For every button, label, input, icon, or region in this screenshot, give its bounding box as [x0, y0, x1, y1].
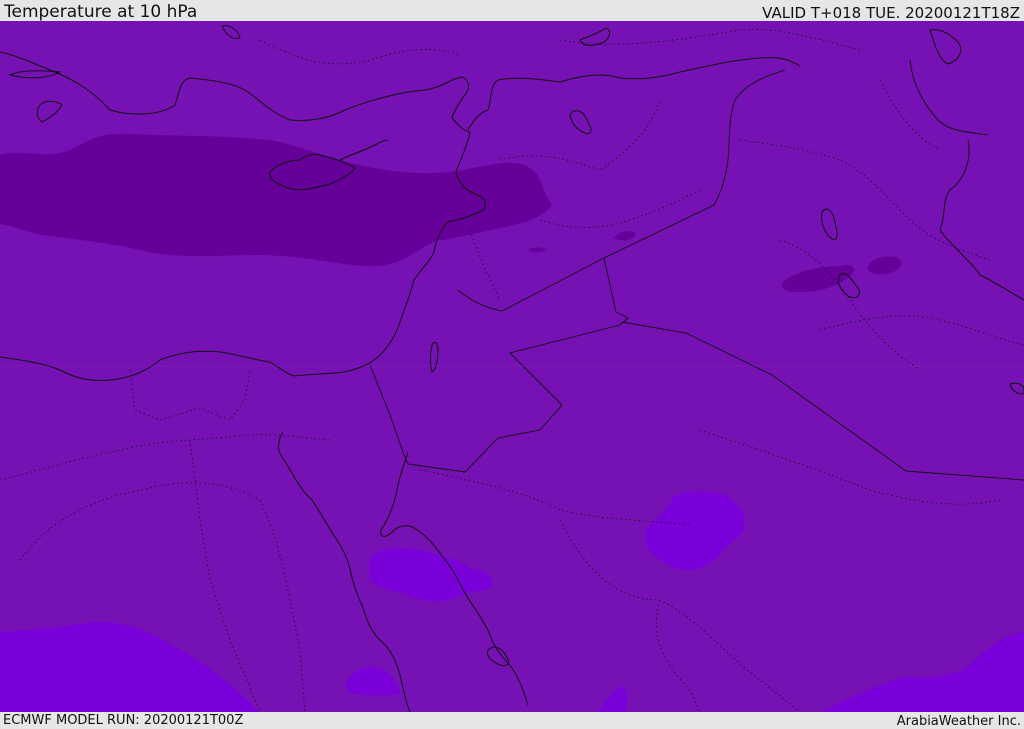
credit: ArabiaWeather Inc. [896, 714, 1021, 729]
valid-time: VALID T+018 TUE. 20200121T18Z [762, 4, 1020, 22]
weather-map[interactable] [0, 21, 1024, 712]
temperature-field [0, 21, 1024, 712]
footer-bar: ECMWF MODEL RUN: 20200121T00Z ArabiaWeat… [0, 712, 1024, 729]
header-bar: Temperature at 10 hPa VALID T+018 TUE. 2… [0, 0, 1024, 22]
model-run: ECMWF MODEL RUN: 20200121T00Z [3, 713, 244, 728]
map-title: Temperature at 10 hPa [4, 2, 198, 22]
